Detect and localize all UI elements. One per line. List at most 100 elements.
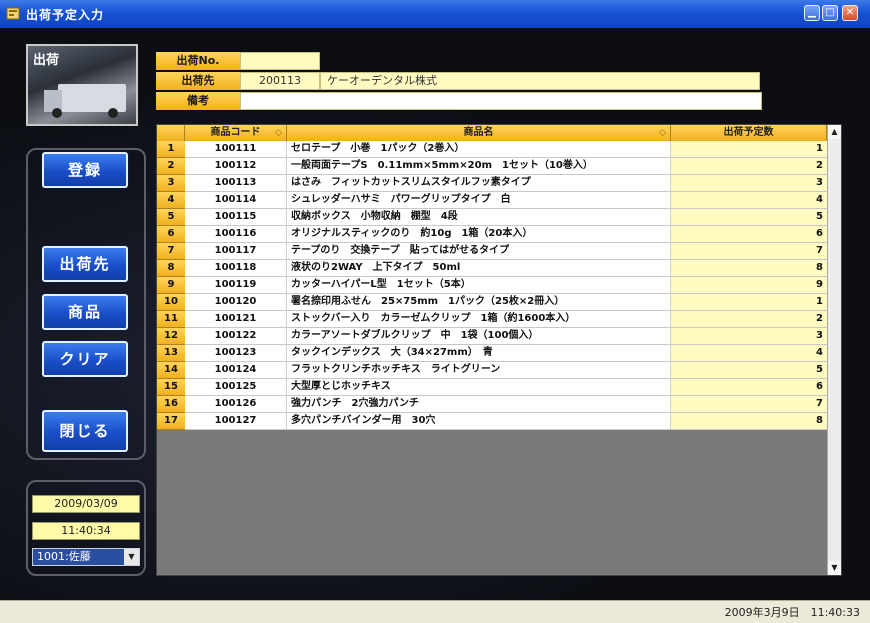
table-row[interactable]: 12 100122 カラーアソートダブルクリップ 中 1袋（100個入） 3 xyxy=(157,328,827,345)
product-name-cell[interactable]: 収納ボックス 小物収納 棚型 4段 xyxy=(287,209,671,226)
table-row[interactable]: 4 100114 シュレッダーハサミ パワーグリップタイプ 白4 xyxy=(157,192,827,209)
register-button[interactable]: 登録 xyxy=(42,152,128,188)
quantity-cell[interactable]: 5 xyxy=(671,362,827,379)
quantity-cell[interactable]: 6 xyxy=(671,226,827,243)
quantity-cell[interactable]: 3 xyxy=(671,328,827,345)
product-name-cell[interactable]: セロテープ 小巻 1パック（2巻入） xyxy=(287,141,671,158)
scroll-down-icon[interactable]: ▼ xyxy=(828,561,841,575)
product-button[interactable]: 商品 xyxy=(42,294,128,330)
table-row[interactable]: 9 100119 カッターハイパーL型 1セット（5本） 9 xyxy=(157,277,827,294)
vertical-scrollbar[interactable]: ▲ ▼ xyxy=(827,125,841,575)
title-bar[interactable]: 出荷予定入力 ▁ □ ✕ xyxy=(0,0,870,28)
product-name-cell[interactable]: 多穴パンチバインダー用 30穴 xyxy=(287,413,671,430)
dropdown-arrow-icon[interactable]: ▼ xyxy=(124,549,139,565)
quantity-cell[interactable]: 1 xyxy=(671,141,827,158)
product-code-cell[interactable]: 100116 xyxy=(185,226,287,243)
product-code-cell[interactable]: 100122 xyxy=(185,328,287,345)
table-row[interactable]: 3 100113 はさみ フィットカットスリムスタイルフッ素タイプ 3 xyxy=(157,175,827,192)
table-row[interactable]: 14 100124 フラットクリンチホッチキス ライトグリーン 5 xyxy=(157,362,827,379)
table-row[interactable]: 1 100111 セロテープ 小巻 1パック（2巻入） 1 xyxy=(157,141,827,158)
table-row[interactable]: 10 100120 署名捺印用ふせん 25×75mm 1パック（25枚×2冊入） 1 xyxy=(157,294,827,311)
table-row[interactable]: 13 100123 タックインデックス 大（34×27mm） 青4 xyxy=(157,345,827,362)
quantity-cell[interactable]: 4 xyxy=(671,192,827,209)
product-code-cell[interactable]: 100111 xyxy=(185,141,287,158)
minimize-button[interactable]: ▁ xyxy=(804,5,820,21)
quantity-cell[interactable]: 2 xyxy=(671,311,827,328)
row-number-cell: 4 xyxy=(157,192,185,209)
product-name-cell[interactable]: 一般両面テープS 0.11mm×5mm×20m 1セット（10巻入） xyxy=(287,158,671,175)
product-name-cell[interactable]: 液状のり2WAY 上下タイプ 50ml xyxy=(287,260,671,277)
product-name-cell[interactable]: テープのり 交換テープ 貼ってはがせるタイプ xyxy=(287,243,671,260)
product-code-cell[interactable]: 100112 xyxy=(185,158,287,175)
product-name-cell[interactable]: 強力パンチ 2穴強力パンチ xyxy=(287,396,671,413)
status-bar: 2009年3月9日 11:40:33 xyxy=(0,600,870,623)
table-row[interactable]: 5 100115 収納ボックス 小物収納 棚型 4段 5 xyxy=(157,209,827,226)
product-name-cell[interactable]: シュレッダーハサミ パワーグリップタイプ 白 xyxy=(287,192,671,209)
quantity-cell[interactable]: 3 xyxy=(671,175,827,192)
table-row[interactable]: 2 100112 一般両面テープS 0.11mm×5mm×20m 1セット（10巻入… xyxy=(157,158,827,175)
truck-wheel-shape xyxy=(52,108,62,118)
destination-code-field[interactable]: 200113 xyxy=(240,72,320,90)
quantity-cell[interactable]: 5 xyxy=(671,209,827,226)
product-code-cell[interactable]: 100114 xyxy=(185,192,287,209)
product-name-cell[interactable]: オリジナルスティックのり 約10g 1箱（20本入） xyxy=(287,226,671,243)
shipment-no-field[interactable] xyxy=(240,52,320,70)
shipping-logo: 出荷 xyxy=(26,44,138,126)
quantity-cell[interactable]: 7 xyxy=(671,243,827,260)
product-code-cell[interactable]: 100126 xyxy=(185,396,287,413)
quantity-cell[interactable]: 8 xyxy=(671,260,827,277)
table-row[interactable]: 16 100126 強力パンチ 2穴強力パンチ 7 xyxy=(157,396,827,413)
quantity-cell[interactable]: 2 xyxy=(671,158,827,175)
quantity-cell[interactable]: 6 xyxy=(671,379,827,396)
product-code-cell[interactable]: 100113 xyxy=(185,175,287,192)
product-name-cell[interactable]: 大型厚とじホッチキス xyxy=(287,379,671,396)
table-row[interactable]: 8 100118 液状のり2WAY 上下タイプ 50ml 8 xyxy=(157,260,827,277)
table-row[interactable]: 17 100127 多穴パンチバインダー用 30穴 8 xyxy=(157,413,827,430)
row-number-cell: 13 xyxy=(157,345,185,362)
quantity-cell[interactable]: 1 xyxy=(671,294,827,311)
destination-button[interactable]: 出荷先 xyxy=(42,246,128,282)
column-header-name-label: 商品名 xyxy=(463,127,494,138)
maximize-button[interactable]: □ xyxy=(822,5,838,21)
product-code-cell[interactable]: 100119 xyxy=(185,277,287,294)
quantity-cell[interactable]: 9 xyxy=(671,277,827,294)
quantity-cell[interactable]: 7 xyxy=(671,396,827,413)
table-row[interactable]: 6 100116 オリジナルスティックのり 約10g 1箱（20本入） 6 xyxy=(157,226,827,243)
product-code-cell[interactable]: 100120 xyxy=(185,294,287,311)
quantity-cell[interactable]: 8 xyxy=(671,413,827,430)
product-name-cell[interactable]: タックインデックス 大（34×27mm） 青 xyxy=(287,345,671,362)
close-window-button[interactable]: ✕ xyxy=(842,5,858,21)
product-code-cell[interactable]: 100127 xyxy=(185,413,287,430)
close-button[interactable]: 閉じる xyxy=(42,410,128,452)
destination-name-field[interactable]: ケーオーデンタル株式 xyxy=(320,72,760,90)
product-code-cell[interactable]: 100125 xyxy=(185,379,287,396)
clear-button[interactable]: クリア xyxy=(42,341,128,377)
scroll-up-icon[interactable]: ▲ xyxy=(828,125,841,139)
product-name-cell[interactable]: カッターハイパーL型 1セット（5本） xyxy=(287,277,671,294)
product-code-cell[interactable]: 100121 xyxy=(185,311,287,328)
user-select[interactable]: 1001:佐藤 ▼ xyxy=(32,548,140,566)
column-header-name[interactable]: 商品名 ◇ xyxy=(287,125,671,141)
product-name-cell[interactable]: 署名捺印用ふせん 25×75mm 1パック（25枚×2冊入） xyxy=(287,294,671,311)
quantity-cell[interactable]: 4 xyxy=(671,345,827,362)
product-code-cell[interactable]: 100123 xyxy=(185,345,287,362)
column-header-code[interactable]: 商品コード ◇ xyxy=(185,125,287,141)
product-name-cell[interactable]: フラットクリンチホッチキス ライトグリーン xyxy=(287,362,671,379)
product-name-cell[interactable]: はさみ フィットカットスリムスタイルフッ素タイプ xyxy=(287,175,671,192)
table-row[interactable]: 15 100125 大型厚とじホッチキス 6 xyxy=(157,379,827,396)
note-field[interactable] xyxy=(240,92,762,110)
product-name-cell[interactable]: カラーアソートダブルクリップ 中 1袋（100個入） xyxy=(287,328,671,345)
row-number-cell: 6 xyxy=(157,226,185,243)
table-row[interactable]: 11 100121 ストックバー入り カラーゼムクリップ 1箱（約1600本入） 2 xyxy=(157,311,827,328)
row-number-cell: 9 xyxy=(157,277,185,294)
sort-icon[interactable]: ◇ xyxy=(659,125,666,141)
table-row[interactable]: 7 100117 テープのり 交換テープ 貼ってはがせるタイプ 7 xyxy=(157,243,827,260)
product-code-cell[interactable]: 100118 xyxy=(185,260,287,277)
note-label: 備考 xyxy=(156,92,240,110)
product-code-cell[interactable]: 100115 xyxy=(185,209,287,226)
column-header-qty[interactable]: 出荷予定数 xyxy=(671,125,827,141)
product-code-cell[interactable]: 100124 xyxy=(185,362,287,379)
sort-icon[interactable]: ◇ xyxy=(275,125,282,141)
product-code-cell[interactable]: 100117 xyxy=(185,243,287,260)
product-name-cell[interactable]: ストックバー入り カラーゼムクリップ 1箱（約1600本入） xyxy=(287,311,671,328)
